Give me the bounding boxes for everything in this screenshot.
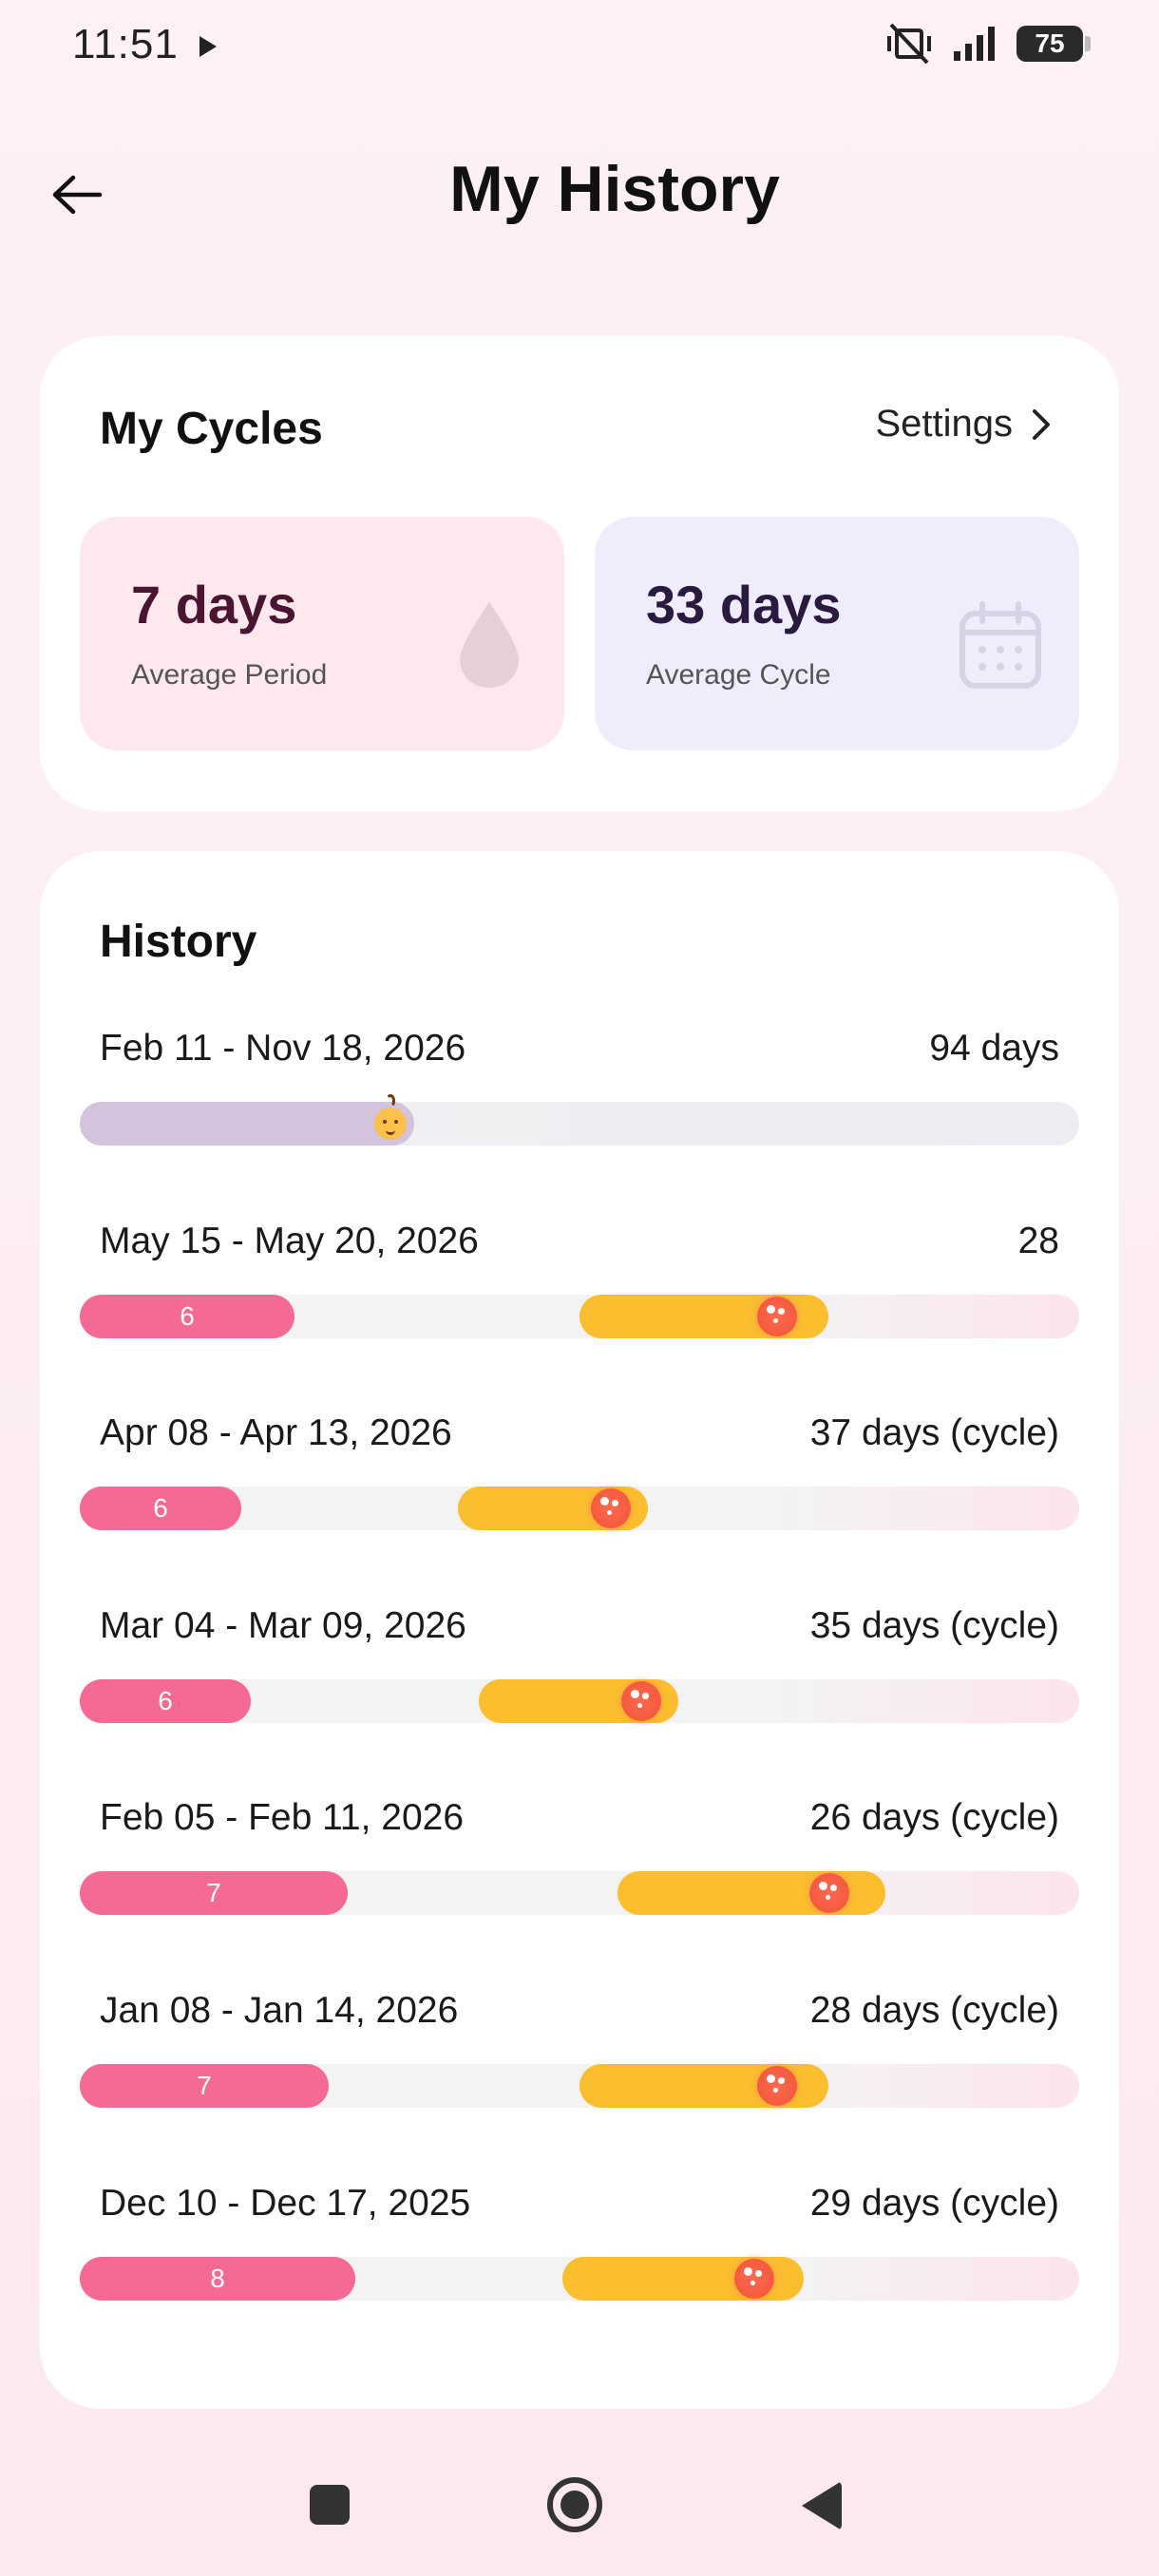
average-cycle-box: 33 days Average Cycle — [595, 517, 1079, 750]
average-period-label: Average Period — [131, 659, 328, 691]
history-card: History Feb 11 - Nov 18, 2026 94 days Ma… — [40, 851, 1119, 2409]
signal-icon — [954, 27, 995, 61]
row-length: 94 days — [929, 1028, 1059, 1069]
ovulation-egg-icon — [734, 2259, 774, 2299]
period-bar: 8 — [80, 2257, 355, 2301]
row-length: 26 days (cycle) — [809, 1797, 1059, 1838]
period-bar: 6 — [80, 1487, 241, 1530]
battery-icon: 75 — [1016, 26, 1091, 62]
row-dates: Jan 08 - Jan 14, 2026 — [100, 1990, 459, 2031]
pregnancy-track — [80, 1094, 1079, 1146]
cycle-track: 6 — [80, 1487, 1079, 1530]
my-cycles-title: My Cycles — [100, 404, 323, 454]
cycle-track: 6 — [80, 1295, 1079, 1338]
page-title: My History — [449, 153, 780, 225]
history-row[interactable]: Dec 10 - Dec 17, 2025 29 days (cycle) 8 — [80, 2183, 1079, 2335]
ovulation-egg-icon — [757, 2066, 797, 2106]
chevron-right-icon — [1033, 408, 1050, 440]
cycle-track: 8 — [80, 2257, 1079, 2301]
history-row-pregnancy[interactable]: Feb 11 - Nov 18, 2026 94 days — [80, 1028, 1079, 1180]
row-length: 37 days (cycle) — [809, 1412, 1059, 1453]
play-icon — [200, 36, 217, 57]
average-cycle-value: 33 days — [646, 575, 842, 635]
battery-level: 75 — [1035, 28, 1065, 58]
vibrate-off-icon — [887, 23, 931, 65]
system-nav-bar — [0, 2460, 1159, 2555]
ovulation-egg-icon — [591, 1488, 631, 1528]
average-period-value: 7 days — [131, 575, 297, 635]
average-period-box: 7 days Average Period — [80, 517, 564, 750]
ovulation-egg-icon — [757, 1297, 797, 1336]
calendar-icon — [960, 601, 1041, 689]
period-bar: 6 — [80, 1295, 294, 1338]
row-length: 35 days (cycle) — [809, 1605, 1059, 1646]
row-length: 28 days (cycle) — [809, 1990, 1059, 2031]
status-time: 11:51 — [72, 21, 179, 67]
history-row[interactable]: Mar 04 - Mar 09, 2026 35 days (cycle) 6 — [80, 1605, 1079, 1757]
cycle-track: 7 — [80, 1871, 1079, 1915]
status-bar: 11:51 75 — [0, 0, 1159, 91]
pregnancy-bar — [80, 1102, 414, 1146]
baby-icon — [370, 1094, 410, 1142]
history-row[interactable]: May 15 - May 20, 2026 28 6 — [80, 1221, 1079, 1373]
drop-icon — [460, 602, 519, 688]
row-dates: Apr 08 - Apr 13, 2026 — [100, 1412, 452, 1453]
ovulation-egg-icon — [621, 1681, 661, 1721]
row-dates: May 15 - May 20, 2026 — [100, 1221, 479, 1261]
row-length: 28 — [1017, 1221, 1059, 1261]
cycle-track: 6 — [80, 1679, 1079, 1723]
row-dates: Dec 10 - Dec 17, 2025 — [100, 2183, 471, 2224]
my-cycles-card: My Cycles Settings 7 days Average Period… — [40, 336, 1119, 811]
home-button[interactable] — [547, 2477, 602, 2532]
settings-label: Settings — [875, 403, 1013, 445]
row-dates: Feb 05 - Feb 11, 2026 — [100, 1797, 465, 1838]
ovulation-egg-icon — [809, 1873, 849, 1913]
period-bar: 7 — [80, 2064, 329, 2108]
row-dates: Feb 11 - Nov 18, 2026 — [100, 1028, 466, 1069]
period-bar: 6 — [80, 1679, 251, 1723]
row-dates: Mar 04 - Mar 09, 2026 — [100, 1605, 466, 1646]
system-back-button[interactable] — [802, 2481, 842, 2530]
history-row[interactable]: Feb 05 - Feb 11, 2026 26 days (cycle) 7 — [80, 1797, 1079, 1949]
history-title: History — [100, 917, 257, 967]
settings-link[interactable]: Settings — [875, 403, 1053, 445]
row-length: 29 days (cycle) — [809, 2183, 1059, 2224]
period-bar: 7 — [80, 1871, 348, 1915]
history-row[interactable]: Jan 08 - Jan 14, 2026 28 days (cycle) 7 — [80, 1990, 1079, 2142]
status-icons: 75 — [885, 23, 1091, 65]
recent-apps-button[interactable] — [310, 2485, 350, 2525]
average-cycle-label: Average Cycle — [646, 659, 831, 691]
history-row[interactable]: Apr 08 - Apr 13, 2026 37 days (cycle) 6 — [80, 1412, 1079, 1564]
cycle-track: 7 — [80, 2064, 1079, 2108]
